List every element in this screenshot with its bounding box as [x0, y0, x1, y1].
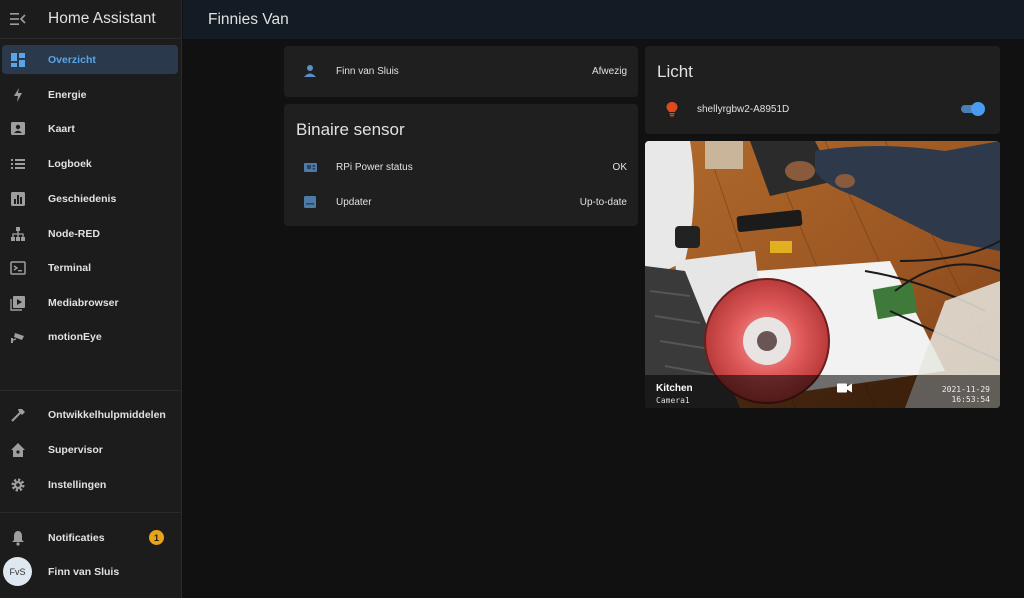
- video-icon[interactable]: [837, 380, 852, 398]
- chart-box-icon: [4, 191, 32, 207]
- sidebar-item-label: Notificaties: [48, 531, 105, 544]
- notification-badge: 1: [149, 530, 164, 545]
- binary-sensor-row-updater[interactable]: Updater Up-to-date: [284, 190, 638, 214]
- menu-open-icon: [10, 13, 26, 25]
- sidebar-item-terminal[interactable]: Terminal: [2, 253, 178, 282]
- person-card: Finn van Sluis Afwezig: [284, 46, 638, 97]
- sidebar: Home Assistant Overzicht Energie Kaart L: [0, 0, 182, 598]
- sidebar-item-label: Kaart: [48, 122, 75, 135]
- lightning-icon: [4, 87, 32, 103]
- sidebar-item-label: Mediabrowser: [48, 296, 119, 309]
- sensor-state: OK: [612, 161, 627, 173]
- page-title: Finnies Van: [208, 10, 289, 28]
- sidebar-item-label: motionEye: [48, 330, 102, 343]
- sidebar-item-energie[interactable]: Energie: [2, 80, 178, 109]
- console-icon: [4, 260, 32, 276]
- sidebar-divider: [0, 390, 182, 391]
- sidebar-item-instellingen[interactable]: Instellingen: [2, 470, 178, 499]
- camera-image: [645, 141, 1000, 408]
- sensor-state: Up-to-date: [579, 196, 627, 208]
- account-icon: [301, 62, 319, 80]
- person-row[interactable]: Finn van Sluis Afwezig: [284, 59, 638, 83]
- play-box-icon: [4, 295, 32, 311]
- camera-date: 2021-11-29: [941, 385, 990, 394]
- camera-card[interactable]: Kitchen Camera1 2021-11-29 16:53:54: [645, 141, 1000, 408]
- raspberry-pi-icon: [301, 158, 319, 176]
- toggle-knob: [971, 102, 985, 116]
- list-icon: [4, 156, 32, 172]
- app-root: Home Assistant Overzicht Energie Kaart L: [0, 0, 1024, 598]
- avatar: FvS: [3, 557, 32, 586]
- light-toggle[interactable]: [959, 102, 985, 116]
- lightbulb-icon: [663, 100, 681, 118]
- sidebar-item-label: Ontwikkelhulpmiddelen: [48, 408, 166, 421]
- light-name: shellyrgbw2-A8951D: [697, 103, 790, 115]
- top-bar: Finnies Van: [183, 0, 1024, 39]
- sidebar-item-user[interactable]: FvS Finn van Sluis: [2, 557, 178, 586]
- light-row[interactable]: shellyrgbw2-A8951D: [645, 97, 1000, 121]
- hammer-icon: [4, 407, 32, 423]
- camera-label: Camera1: [656, 396, 690, 405]
- camera-timestamp: 2021-11-29 16:53:54: [942, 385, 990, 405]
- bell-icon: [4, 530, 32, 546]
- sidebar-item-label: Node-RED: [48, 227, 100, 240]
- sidebar-header: Home Assistant: [0, 0, 181, 39]
- sidebar-item-label: Geschiedenis: [48, 192, 117, 205]
- person-name: Finn van Sluis: [336, 65, 399, 77]
- sidebar-item-supervisor[interactable]: Supervisor: [2, 435, 178, 464]
- sidebar-item-label: Energie: [48, 88, 87, 101]
- sidebar-item-logboek[interactable]: Logboek: [2, 149, 178, 178]
- card-title: Licht: [657, 62, 693, 81]
- app-title: Home Assistant: [48, 10, 156, 27]
- cctv-icon: [4, 329, 32, 345]
- card-title: Binaire sensor: [296, 120, 405, 139]
- sidebar-item-notificaties[interactable]: Notificaties 1: [2, 523, 178, 552]
- sidebar-item-overzicht[interactable]: Overzicht: [2, 45, 178, 74]
- binary-sensor-card: Binaire sensor RPi Power status OK Updat…: [284, 104, 638, 226]
- cog-icon: [4, 477, 32, 493]
- sensor-name: Updater: [336, 196, 372, 208]
- sensor-name: RPi Power status: [336, 161, 413, 173]
- home-assistant-icon: [4, 442, 32, 458]
- user-name: Finn van Sluis: [48, 565, 120, 578]
- sidebar-item-label: Logboek: [48, 157, 92, 170]
- sidebar-item-label: Terminal: [48, 261, 91, 274]
- camera-time: 16:53:54: [951, 395, 990, 404]
- sidebar-item-motioneye[interactable]: motionEye: [2, 322, 178, 351]
- menu-collapse-button[interactable]: [2, 3, 34, 35]
- sidebar-item-ontwikkelhulpmiddelen[interactable]: Ontwikkelhulpmiddelen: [2, 400, 178, 429]
- camera-name: Kitchen: [656, 383, 693, 394]
- sidebar-item-kaart[interactable]: Kaart: [2, 114, 178, 143]
- sidebar-item-mediabrowser[interactable]: Mediabrowser: [2, 288, 178, 317]
- sidebar-item-label: Overzicht: [48, 53, 96, 66]
- sitemap-icon: [4, 226, 32, 242]
- dashboard-icon: [4, 52, 32, 68]
- map-account-icon: [4, 121, 32, 137]
- person-state: Afwezig: [591, 65, 627, 77]
- sidebar-divider: [0, 512, 182, 513]
- package-icon: [301, 193, 319, 211]
- binary-sensor-row-rpi-power[interactable]: RPi Power status OK: [284, 155, 638, 179]
- sidebar-item-label: Supervisor: [48, 443, 103, 456]
- sidebar-item-label: Instellingen: [48, 478, 107, 491]
- sidebar-item-geschiedenis[interactable]: Geschiedenis: [2, 184, 178, 213]
- sidebar-item-node-red[interactable]: Node-RED: [2, 219, 178, 248]
- light-card: Licht shellyrgbw2-A8951D: [645, 46, 1000, 134]
